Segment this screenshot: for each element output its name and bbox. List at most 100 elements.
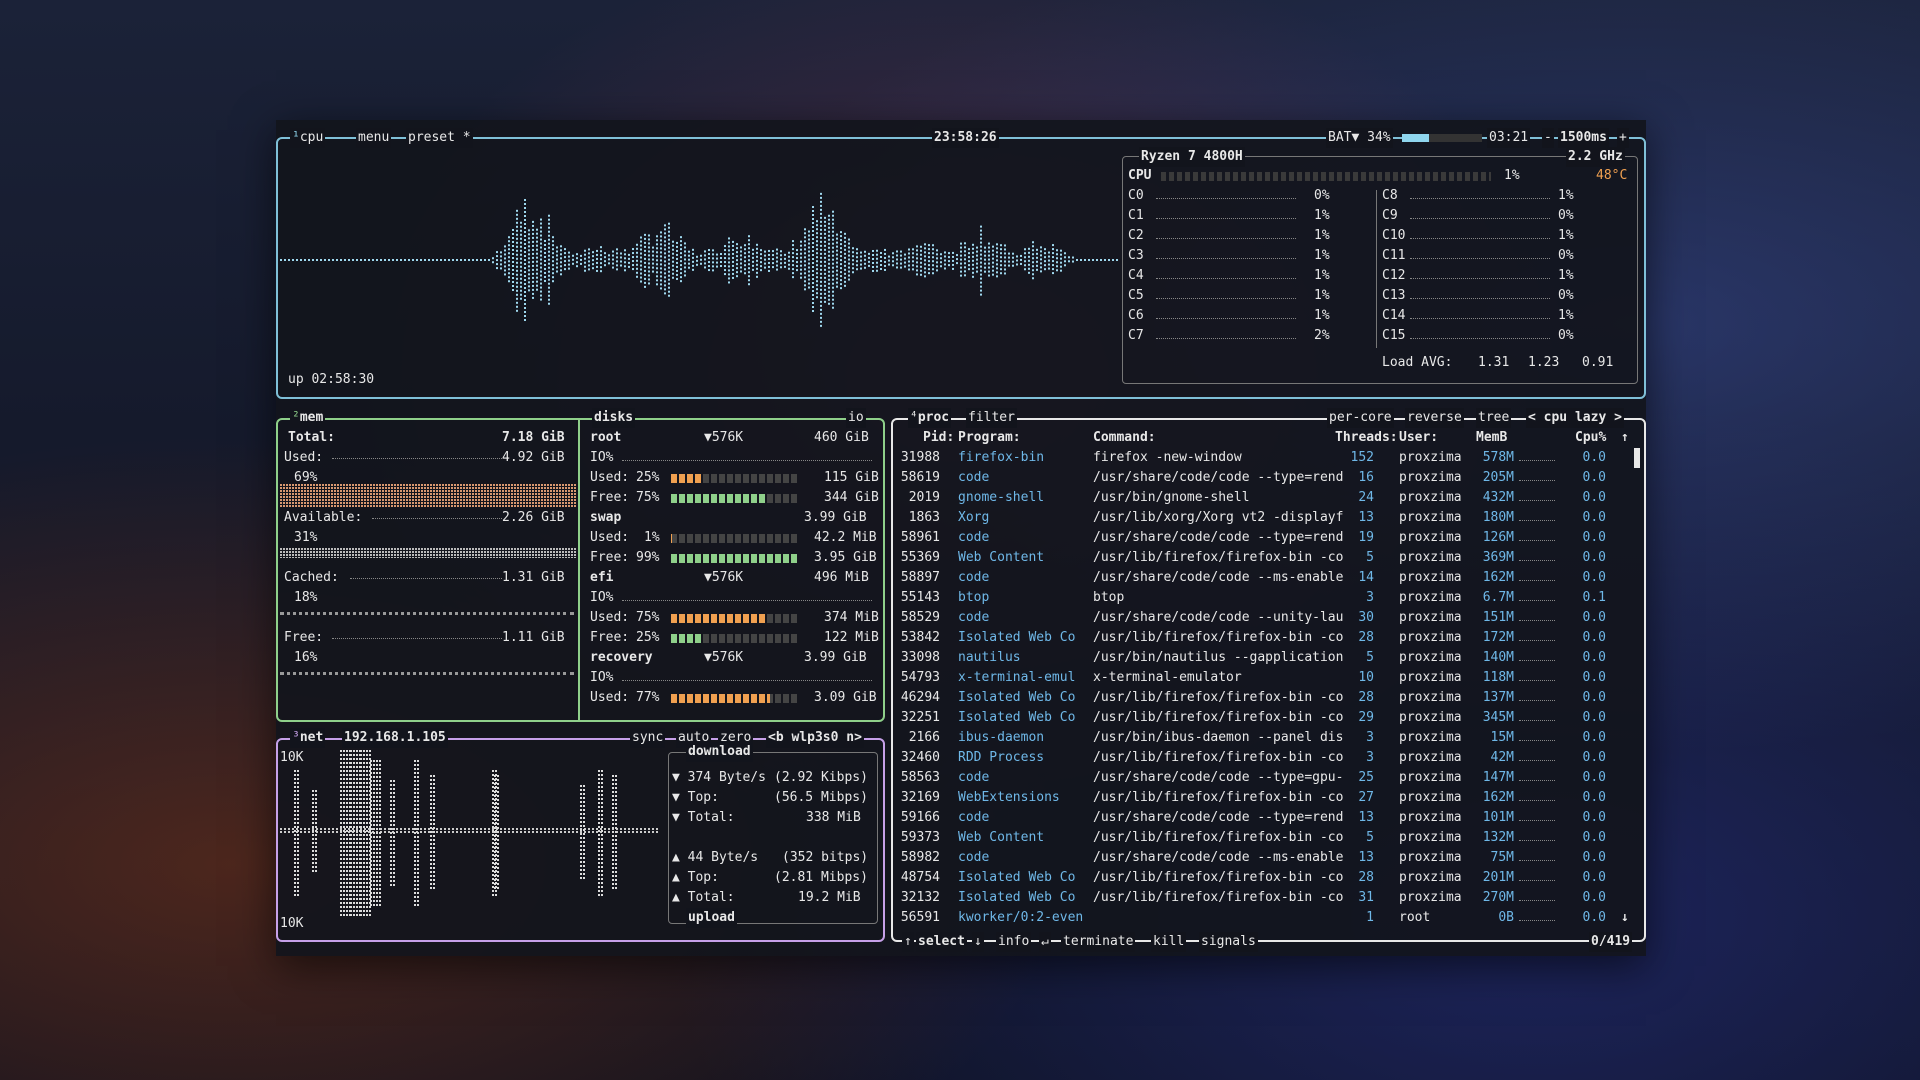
mem-used-dot xyxy=(325,484,327,486)
proc-row[interactable]: 32132 Isolated Web Co/usr/lib/firefox/fir… xyxy=(891,888,1646,908)
select-down-key[interactable]: ↓ xyxy=(972,932,984,952)
proc-row[interactable]: 32460 RDD Process/usr/lib/firefox/firefox… xyxy=(891,748,1646,768)
proc-filter[interactable]: filter xyxy=(966,408,1017,428)
per-core-toggle[interactable]: per-core xyxy=(1327,408,1394,428)
net-tab[interactable]: ³net xyxy=(290,728,326,748)
proc-row[interactable]: 32251 Isolated Web Co/usr/lib/firefox/fir… xyxy=(891,708,1646,728)
mem-used-dot xyxy=(451,490,453,492)
col-mem[interactable]: MemB xyxy=(1476,428,1507,448)
net-graph-dot xyxy=(373,792,375,794)
disks-tab[interactable]: disks xyxy=(592,408,636,428)
cpu-graph-dot xyxy=(520,249,522,252)
cpu-graph-dot xyxy=(724,253,726,256)
scroll-up-arrow[interactable]: ↑ xyxy=(1621,428,1629,448)
select-up-key[interactable]: ↑ xyxy=(902,932,914,952)
sort-selector[interactable]: < cpu lazy > xyxy=(1526,408,1624,428)
cpu-graph-dot xyxy=(1036,260,1038,263)
proc-row[interactable]: 54793 x-terminal-emul x-terminal-emulator 1… xyxy=(891,668,1646,688)
proc-row[interactable]: 55369 Web Content/usr/lib/firefox/firefox… xyxy=(891,548,1646,568)
net-interface-selector[interactable]: <b wlp3s0 n> xyxy=(766,728,864,748)
cpu-tab[interactable]: ¹cpu xyxy=(290,128,326,148)
select-button[interactable]: select xyxy=(916,932,967,952)
preset-button[interactable]: preset * xyxy=(406,128,473,148)
col-program[interactable]: Program: xyxy=(958,428,1021,448)
mem-used-dot xyxy=(427,493,429,495)
mem-used-dot xyxy=(505,493,507,495)
mem-tab[interactable]: ²mem xyxy=(290,408,326,428)
proc-row[interactable]: 33098 nautilus/usr/bin/nautilus --gapplic… xyxy=(891,648,1646,668)
proc-tab[interactable]: ⁴proc xyxy=(908,408,952,428)
menu-button[interactable]: menu xyxy=(356,128,392,148)
col-pid[interactable]: Pid: xyxy=(923,428,954,448)
interval-decrease[interactable]: - xyxy=(1542,128,1554,148)
net-graph-dot xyxy=(300,831,302,833)
col-user[interactable]: User: xyxy=(1399,428,1438,448)
net-graph-dot xyxy=(417,884,419,886)
proc-row[interactable]: 58897 code/usr/share/code/code --ms-enabl… xyxy=(891,568,1646,588)
proc-row[interactable]: 58982 code/usr/share/code/code --ms-enabl… xyxy=(891,848,1646,868)
proc-user: proxzima xyxy=(1399,490,1462,505)
proc-row[interactable]: 2166 ibus-daemon/usr/bin/ibus-daemon --pa… xyxy=(891,728,1646,748)
mem-used-dot xyxy=(310,496,312,498)
proc-row[interactable]: 1863 Xorg/usr/lib/xorg/Xorg vt2 -displayf… xyxy=(891,508,1646,528)
mem-used-dot xyxy=(373,484,375,486)
kill-button[interactable]: kill xyxy=(1151,932,1187,952)
mem-available-dot xyxy=(466,551,468,553)
cpu-graph-dot xyxy=(952,267,954,270)
cpu-graph-dot xyxy=(524,307,526,310)
io-toggle[interactable]: io xyxy=(846,408,866,428)
cpu-graph-dot xyxy=(1004,264,1006,267)
proc-row[interactable]: 58529 code/usr/share/code/code --unity-la… xyxy=(891,608,1646,628)
mem-available-dot xyxy=(298,554,300,556)
proc-row[interactable]: 55143 btop btop 3 proxzima 6.7M 0.1 xyxy=(891,588,1646,608)
proc-pid: 2166 xyxy=(908,730,940,745)
reverse-toggle[interactable]: reverse xyxy=(1405,408,1464,428)
cpu-graph-dot xyxy=(920,245,922,248)
mem-available-dot xyxy=(520,554,522,556)
mem-available-dot xyxy=(355,548,357,550)
proc-row[interactable]: 56591 kworker/0:2-even 1 root 0B 0.0 xyxy=(891,908,1646,928)
net-graph-dot xyxy=(390,864,392,866)
col-command[interactable]: Command: xyxy=(1093,428,1156,448)
col-threads[interactable]: Threads: xyxy=(1335,428,1398,448)
cpu-graph-dot xyxy=(832,306,834,309)
ul-total: 19.2 MiB xyxy=(798,890,861,905)
mem-used-dot xyxy=(334,499,336,501)
col-cpu[interactable]: Cpu% xyxy=(1575,428,1606,448)
tree-toggle[interactable]: tree xyxy=(1476,408,1512,428)
mem-used-dot xyxy=(388,496,390,498)
core-c12-graph xyxy=(1410,278,1550,279)
mem-used-dot xyxy=(445,505,447,507)
info-button[interactable]: info xyxy=(996,932,1032,952)
net-graph-dot xyxy=(312,846,314,848)
proc-row[interactable]: 2019 gnome-shell/usr/bin/gnome-shell 24 pro… xyxy=(891,488,1646,508)
terminate-button[interactable]: terminate xyxy=(1061,932,1136,952)
net-graph-dot xyxy=(343,810,345,812)
proc-row[interactable]: 46294 Isolated Web Co/usr/lib/firefox/fir… xyxy=(891,688,1646,708)
proc-row[interactable]: 58961 code/usr/share/code/code --type=ren… xyxy=(891,528,1646,548)
net-graph-dot xyxy=(456,828,458,830)
proc-scrollbar-thumb[interactable] xyxy=(1634,448,1640,468)
proc-row[interactable]: 58619 code/usr/share/code/code --type=ren… xyxy=(891,468,1646,488)
cpu-graph-dot xyxy=(1104,259,1106,261)
scroll-down-arrow[interactable]: ↓ xyxy=(1621,908,1629,928)
proc-row[interactable]: 31988 firefox-bin firefox -new-window 152 pr… xyxy=(891,448,1646,468)
signals-button[interactable]: signals xyxy=(1199,932,1258,952)
cpu-graph-dot xyxy=(804,240,806,243)
net-sync-toggle[interactable]: sync xyxy=(630,728,666,748)
cpu-graph-dot xyxy=(908,264,910,267)
proc-row[interactable]: 58563 code/usr/share/code/code --type=gpu… xyxy=(891,768,1646,788)
cpu-graph-dot xyxy=(1028,267,1030,270)
info-enter-key[interactable]: ↵ xyxy=(1039,932,1051,952)
proc-row[interactable]: 53842 Isolated Web Co/usr/lib/firefox/fir… xyxy=(891,628,1646,648)
proc-row[interactable]: 32169 WebExtensions/usr/lib/firefox/firef… xyxy=(891,788,1646,808)
mem-used-dot xyxy=(322,490,324,492)
proc-row[interactable]: 59373 Web Content/usr/lib/firefox/firefox… xyxy=(891,828,1646,848)
proc-mem: 369M xyxy=(1482,550,1514,565)
dl-rate: ▼ 374 Byte/s xyxy=(672,770,766,785)
proc-row[interactable]: 59166 code/usr/share/code/code --type=ren… xyxy=(891,808,1646,828)
proc-row[interactable]: 48754 Isolated Web Co/usr/lib/firefox/fir… xyxy=(891,868,1646,888)
interval-increase[interactable]: + xyxy=(1617,128,1629,148)
cpu-graph-dot xyxy=(532,248,534,251)
proc-cpu: 0.0 xyxy=(1582,610,1606,625)
